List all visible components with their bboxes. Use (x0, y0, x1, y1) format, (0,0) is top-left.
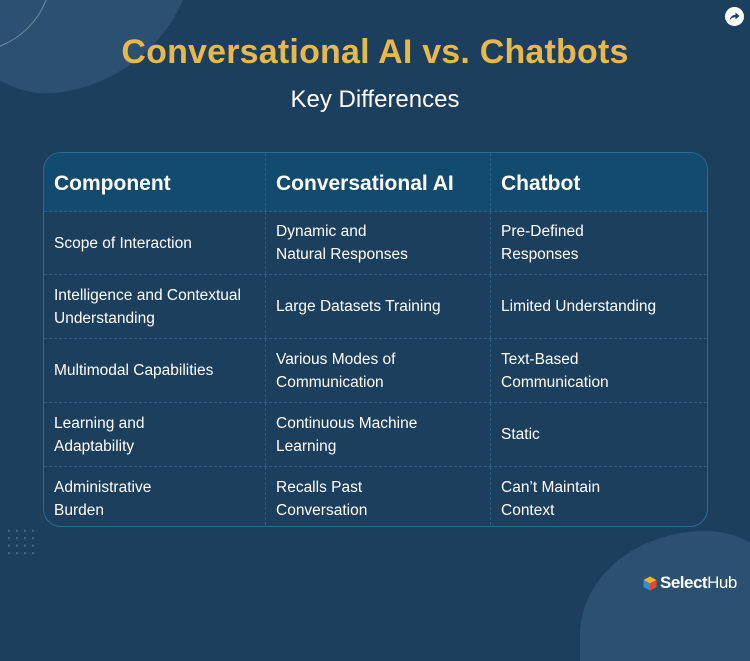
table-cell-chatbot: Static (490, 403, 707, 466)
table-cell-chatbot: Text-Based Communication (490, 339, 707, 402)
cell-text: Pre-Defined Responses (501, 223, 584, 263)
table-row: Scope of Interaction Dynamic and Natural… (44, 212, 707, 275)
table-cell-chatbot: Pre-Defined Responses (490, 212, 707, 274)
cell-text: Intelligence and Contextual Understandin… (54, 286, 241, 327)
share-button[interactable] (725, 7, 744, 26)
cell-text: Administrative Burden (54, 478, 152, 519)
brand-name-bold: Select (660, 573, 708, 592)
table-header-row: Component Conversational AI Chatbot (44, 153, 707, 212)
table-cell-conversational-ai: Recalls Past Conversation (265, 467, 490, 526)
share-arrow-icon (729, 12, 740, 21)
table-cell-conversational-ai: Large Datasets Training (265, 275, 490, 338)
cell-text: Various Modes of Communication (276, 350, 396, 391)
selecthub-cube-icon (643, 576, 657, 590)
table-row: Administrative Burden Recalls Past Conve… (44, 467, 707, 526)
table-row: Learning and Adaptability Continuous Mac… (44, 403, 707, 467)
cell-text: Text-Based Communication (501, 350, 609, 391)
cell-text: Recalls Past Conversation (276, 478, 368, 519)
table-cell-conversational-ai: Dynamic and Natural Responses (265, 212, 490, 274)
table-row: Intelligence and Contextual Understandin… (44, 275, 707, 339)
cell-text: Dynamic and Natural Responses (276, 223, 408, 263)
cell-text: Multimodal Capabilities (54, 362, 214, 379)
decorative-dot-grid (5, 527, 35, 557)
table-cell-conversational-ai: Various Modes of Communication (265, 339, 490, 402)
table-cell-component: Administrative Burden (44, 467, 265, 526)
table-cell-conversational-ai: Continuous Machine Learning (265, 403, 490, 466)
column-header-label: Chatbot (501, 171, 581, 195)
column-header-component: Component (44, 153, 265, 211)
table-row: Multimodal Capabilities Various Modes of… (44, 339, 707, 403)
cell-text: Learning and Adaptability (54, 414, 145, 455)
column-header-chatbot: Chatbot (490, 153, 707, 211)
page-title: Conversational AI vs. Chatbots (121, 33, 629, 71)
comparison-table: Component Conversational AI Chatbot Scop… (43, 152, 708, 527)
table-cell-chatbot: Limited Understanding (490, 275, 707, 338)
table-cell-component: Multimodal Capabilities (44, 339, 265, 402)
column-header-label: Conversational AI (276, 171, 454, 195)
table-cell-chatbot: Can’t Maintain Context (490, 467, 707, 526)
column-header-conversational-ai: Conversational AI (265, 153, 490, 211)
cell-text: Can’t Maintain Context (501, 478, 601, 519)
cell-text: Large Datasets Training (276, 298, 441, 315)
brand-name: SelectHub (660, 573, 737, 593)
selecthub-logo: SelectHub (643, 573, 737, 593)
table-cell-component: Intelligence and Contextual Understandin… (44, 275, 265, 338)
cell-text: Limited Understanding (501, 298, 657, 315)
table-cell-component: Scope of Interaction (44, 212, 265, 274)
table-cell-component: Learning and Adaptability (44, 403, 265, 466)
cell-text: Continuous Machine Learning (276, 414, 418, 455)
brand-name-regular: Hub (707, 573, 737, 592)
column-header-label: Component (54, 171, 171, 195)
cell-text: Scope of Interaction (54, 234, 192, 252)
cell-text: Static (501, 426, 540, 443)
page-subtitle: Key Differences (290, 86, 460, 113)
decorative-blob-bottom-right (580, 531, 750, 661)
